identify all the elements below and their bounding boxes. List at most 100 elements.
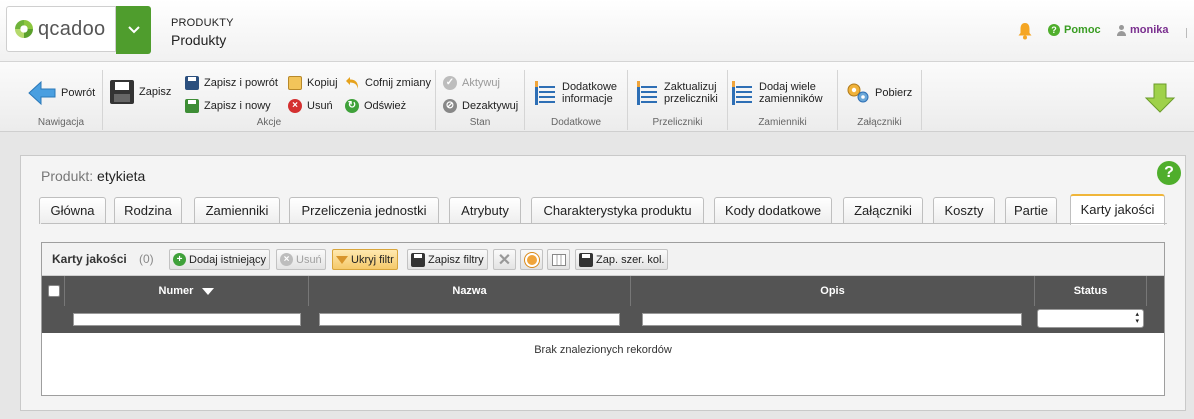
- save-and-new-button[interactable]: Zapisz i nowy: [185, 99, 271, 113]
- bell-icon[interactable]: [1017, 22, 1033, 40]
- grid-header-row: Numer Nazwa Opis Status: [42, 276, 1164, 306]
- tab-atrybuty[interactable]: Atrybuty: [449, 197, 521, 224]
- hide-filter-label: Ukryj filtr: [351, 253, 394, 266]
- grid-toolbar: Karty jakości (0) + Dodaj istniejący × U…: [42, 243, 1164, 276]
- ribbon-group-navigation: Powrót Nawigacja: [20, 70, 103, 130]
- gears-icon: [847, 83, 869, 103]
- filter-opis-input[interactable]: [642, 313, 1022, 326]
- copy-label: Kopiuj: [307, 76, 338, 89]
- columns-icon: [551, 253, 566, 266]
- deactivate-button[interactable]: ⊘ Dezaktywuj: [443, 99, 518, 113]
- tab-kody-dodatkowe[interactable]: Kody dodatkowe: [714, 197, 832, 224]
- breadcrumb-category: PRODUKTY: [171, 17, 234, 29]
- tab-przeliczenia-jednostki[interactable]: Przeliczenia jednostki: [289, 197, 439, 224]
- filter-numer-input[interactable]: [73, 313, 301, 326]
- main-menu-toggle-button[interactable]: [116, 6, 151, 54]
- group-label-actions: Akcje: [256, 117, 282, 128]
- delete-button[interactable]: × Usuń: [288, 99, 333, 113]
- add-many-substitutes-label-line2: zamienników: [759, 93, 823, 105]
- activate-label: Aktywuj: [462, 76, 500, 89]
- save-new-icon: [185, 99, 199, 113]
- add-many-substitutes-button[interactable]: Dodaj wiele zamienników: [732, 81, 823, 105]
- top-bar: qcadoo PRODUKTY Produkty ? Pomoc monika: [0, 0, 1194, 62]
- save-filters-label: Zapisz filtry: [428, 253, 484, 266]
- logo[interactable]: qcadoo: [6, 6, 116, 52]
- tab-divider: [41, 223, 1167, 224]
- activate-button[interactable]: ✓ Aktywuj: [443, 76, 500, 90]
- update-converters-button[interactable]: Zaktualizuj przeliczniki: [637, 81, 718, 105]
- save-column-widths-label: Zap. szer. kol.: [596, 253, 665, 266]
- list-document-icon: [637, 81, 659, 105]
- download-label: Pobierz: [875, 86, 913, 99]
- tab-partie[interactable]: Partie: [1005, 197, 1057, 224]
- group-label-attachments: Załączniki: [857, 117, 902, 128]
- clear-filters-button[interactable]: ✕: [493, 249, 516, 270]
- refresh-icon: ↻: [345, 99, 359, 113]
- save-and-new-label: Zapisz i nowy: [204, 99, 271, 112]
- additional-info-button[interactable]: Dodatkowe informacje: [535, 81, 617, 105]
- remove-button[interactable]: × Usuń: [276, 249, 326, 270]
- save-and-back-label: Zapisz i powrót: [204, 76, 278, 89]
- select-all-checkbox[interactable]: [48, 285, 60, 297]
- user-menu[interactable]: monika: [1116, 24, 1169, 36]
- save-widths-disk-icon: [579, 252, 593, 267]
- user-name: monika: [1130, 24, 1169, 36]
- column-header-status[interactable]: Status: [1035, 276, 1147, 306]
- help-link[interactable]: ? Pomoc: [1048, 24, 1101, 36]
- user-icon: [1116, 24, 1126, 36]
- column-header-numer[interactable]: Numer: [65, 276, 309, 306]
- delete-icon: ×: [288, 99, 302, 113]
- add-existing-button[interactable]: + Dodaj istniejący: [169, 249, 271, 270]
- column-header-nazwa[interactable]: Nazwa: [309, 276, 631, 306]
- undo-arrow-icon: [346, 77, 359, 89]
- save-column-widths-button[interactable]: Zap. szer. kol.: [575, 249, 669, 270]
- tab-zamienniki[interactable]: Zamienniki: [194, 197, 280, 224]
- tab-zalaczniki[interactable]: Załączniki: [843, 197, 923, 224]
- update-converters-label-line1: Zaktualizuj: [664, 81, 717, 93]
- empty-grid-message: Brak znalezionych rekordów: [534, 344, 672, 356]
- refresh-button[interactable]: ↻ Odśwież: [345, 99, 406, 113]
- tab-bar: Główna Rodzina Zamienniki Przeliczenia j…: [39, 194, 1169, 225]
- form-title-prefix: Produkt:: [41, 168, 94, 184]
- activate-check-icon: ✓: [443, 76, 457, 90]
- tab-charakterystyka-produktu[interactable]: Charakterystyka produktu: [531, 197, 704, 224]
- page-title: Produkty: [171, 32, 227, 48]
- reset-icon: [524, 252, 539, 267]
- form-help-icon[interactable]: ?: [1157, 161, 1181, 185]
- column-header-opis[interactable]: Opis: [631, 276, 1035, 306]
- deactivate-icon: ⊘: [443, 99, 457, 113]
- hide-filter-button[interactable]: Ukryj filtr: [332, 249, 398, 270]
- undo-label: Cofnij zmiany: [365, 76, 432, 89]
- tab-koszty[interactable]: Koszty: [933, 197, 995, 224]
- reset-order-button[interactable]: [520, 249, 543, 270]
- group-label-converters: Przeliczniki: [652, 117, 703, 128]
- tab-rodzina[interactable]: Rodzina: [114, 197, 182, 224]
- help-label: Pomoc: [1064, 24, 1101, 36]
- columns-button[interactable]: [547, 249, 570, 270]
- ribbon-group-state: ✓ Aktywuj ⊘ Dezaktywuj Stan: [436, 70, 525, 130]
- ribbon-toolbar: Powrót Nawigacja Zapisz Zapisz i powrót …: [0, 62, 1194, 132]
- tab-karty-jakosci[interactable]: Karty jakości: [1070, 194, 1165, 225]
- form-title: Produkt: etykieta: [41, 168, 145, 184]
- filter-status-select[interactable]: [1037, 309, 1144, 328]
- clear-x-icon: ✕: [497, 251, 512, 269]
- back-button[interactable]: Powrót: [28, 80, 95, 106]
- group-label-state: Stan: [469, 117, 491, 128]
- grid-filter-row: [42, 306, 1164, 333]
- undo-button[interactable]: Cofnij zmiany: [345, 76, 431, 90]
- filter-nazwa-input[interactable]: [319, 313, 620, 326]
- ribbon-group-substitutes: Dodaj wiele zamienników Zamienniki: [728, 70, 838, 130]
- copy-icon: [288, 76, 302, 90]
- save-filters-button[interactable]: Zapisz filtry: [407, 249, 488, 270]
- add-existing-label: Dodaj istniejący: [189, 253, 267, 266]
- tab-glowna[interactable]: Główna: [39, 197, 106, 224]
- copy-button[interactable]: Kopiuj: [288, 76, 338, 90]
- additional-info-label-line2: informacje: [562, 93, 613, 105]
- collapse-ribbon-arrow-icon[interactable]: [1144, 82, 1176, 114]
- save-filters-disk-icon: [411, 252, 425, 267]
- update-converters-label: Zaktualizuj przeliczniki: [664, 81, 718, 105]
- save-button[interactable]: Zapisz: [110, 80, 171, 104]
- ribbon-group-additional: Dodatkowe informacje Dodatkowe: [525, 70, 628, 130]
- download-button[interactable]: Pobierz: [846, 82, 912, 104]
- save-and-back-button[interactable]: Zapisz i powrót: [185, 76, 278, 90]
